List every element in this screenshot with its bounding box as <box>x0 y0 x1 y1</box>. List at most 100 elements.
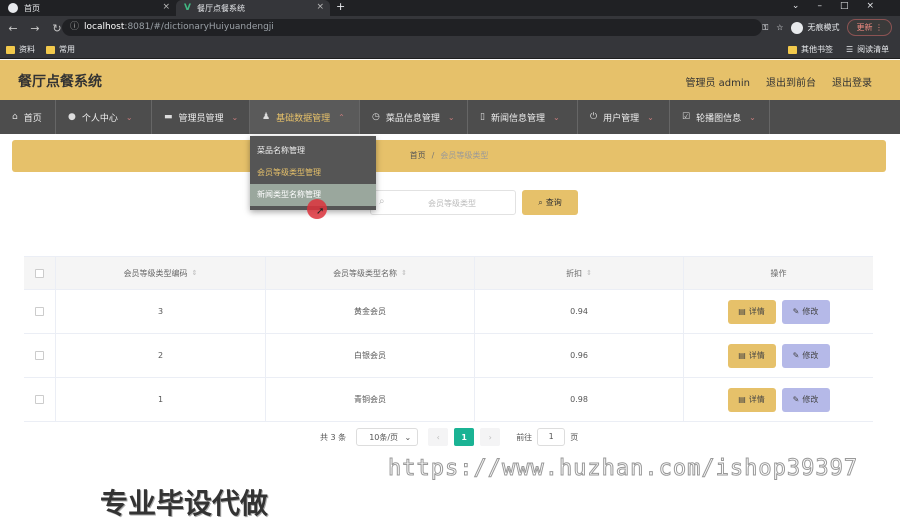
search-icon: ⌕ <box>538 197 543 207</box>
column-header[interactable]: 会员等级类型名称 ⇕ <box>266 257 475 289</box>
address-bar-actions: ⚿ ☆ 无痕模式 更新 ⋮ <box>762 19 892 36</box>
nav-label: 轮播图信息 <box>696 113 742 124</box>
nav-item-basic-data[interactable]: ♟ 基础数据管理 ⌃ <box>250 100 360 134</box>
home-icon: ⌂ <box>12 112 18 122</box>
app-title: 餐厅点餐系统 <box>18 74 102 90</box>
close-tab-icon[interactable]: × <box>162 2 170 12</box>
search-input[interactable] <box>393 195 511 211</box>
prev-page-button[interactable]: ‹ <box>428 428 449 446</box>
code-cell: 1 <box>56 378 266 421</box>
folder-icon <box>788 45 797 54</box>
chevron-down-icon: ⌄ <box>647 112 654 122</box>
edit-button[interactable]: ✎ 修改 <box>781 299 830 324</box>
update-button[interactable]: 更新 ⋮ <box>847 19 892 36</box>
incognito-indicator[interactable]: 无痕模式 <box>791 21 840 34</box>
go-frontend-link[interactable]: 退出到前台 <box>766 74 816 89</box>
site-info-icon[interactable]: ⓘ <box>70 19 79 36</box>
column-header[interactable]: 折扣 ⇕ <box>475 257 684 289</box>
query-label: 查询 <box>545 198 562 207</box>
globe-icon <box>8 3 18 13</box>
discount-cell: 0.98 <box>475 378 684 421</box>
dropdown-item-member-levels[interactable]: 会员等级类型管理 <box>250 162 376 184</box>
new-tab-button[interactable]: + <box>336 0 345 13</box>
logout-link[interactable]: 退出登录 <box>832 74 872 89</box>
row-checkbox[interactable] <box>35 395 44 404</box>
edit-button[interactable]: ✎ 修改 <box>781 387 830 412</box>
bookmark-label: 阅读清单 <box>857 45 890 54</box>
close-tab-icon[interactable]: × <box>316 2 324 12</box>
pencil-icon: ✎ <box>792 351 800 360</box>
table-header: 会员等级类型编码 ⇕ 会员等级类型名称 ⇕ 折扣 ⇕ 操作 <box>24 256 873 290</box>
browser-tab-active[interactable]: V 餐厅点餐系统 × <box>176 0 330 16</box>
vue-logo-icon: V <box>184 3 191 13</box>
browser-tab-bar: 首页 × V 餐厅点餐系统 × + ⌄–□× <box>0 0 900 16</box>
nav-item-users[interactable]: ⏻ 用户管理 ⌄ <box>578 100 670 134</box>
bookmark-folder[interactable]: 常用 <box>46 44 75 55</box>
row-select-cell <box>24 290 56 333</box>
chevron-down-icon: ⌄ <box>231 112 239 122</box>
reading-list-icon: ☰ <box>846 45 854 54</box>
page-suffix: 页 <box>570 432 579 442</box>
row-select-cell <box>24 378 56 421</box>
bookmark-folder[interactable]: 资料 <box>6 44 35 55</box>
detail-button[interactable]: ▤ 详情 <box>727 343 776 368</box>
page-size-select[interactable]: 10条/页 ⌄ <box>356 428 419 446</box>
mouse-pointer-icon: ➚ <box>316 206 325 217</box>
table-row: 3 黄金会员 0.94 ▤ 详情 ✎ 修改 <box>24 290 873 334</box>
nav-item-carousel[interactable]: ☑ 轮播图信息 ⌄ <box>670 100 770 134</box>
nav-item-home[interactable]: ⌂ 首页 <box>0 100 56 134</box>
browser-tab[interactable]: 首页 × <box>0 0 176 16</box>
actions-cell: ▤ 详情 ✎ 修改 <box>684 334 873 377</box>
forward-icon[interactable]: → <box>26 22 44 35</box>
window-controls[interactable]: ⌄–□× <box>792 1 892 11</box>
edit-button[interactable]: ✎ 修改 <box>781 343 830 368</box>
dropdown-item-dish-names[interactable]: 菜品名称管理 <box>250 140 376 162</box>
detail-button[interactable]: ▤ 详情 <box>727 299 776 324</box>
app-header: 餐厅点餐系统 管理员 admin 退出到前台 退出登录 <box>0 60 900 100</box>
chevron-up-icon: ⌃ <box>338 112 345 122</box>
page-number-active[interactable]: 1 <box>454 428 475 446</box>
key-icon[interactable]: ⚿ <box>762 23 768 33</box>
breadcrumb-home[interactable]: 首页 <box>410 151 426 160</box>
table-row: 2 白银会员 0.96 ▤ 详情 ✎ 修改 <box>24 334 873 378</box>
tab-title: 餐厅点餐系统 <box>196 3 245 13</box>
nav-item-admin[interactable]: ▬ 管理员管理 ⌄ <box>152 100 250 134</box>
sort-icon: ⇕ <box>401 269 407 277</box>
goto-page-input[interactable]: 1 <box>537 428 566 446</box>
clock-icon: ◷ <box>372 112 380 122</box>
chevron-down-icon: ⌄ <box>552 112 560 122</box>
person-icon: ♟ <box>262 112 271 122</box>
pencil-icon: ✎ <box>792 307 800 316</box>
detail-button[interactable]: ▤ 详情 <box>727 387 776 412</box>
bookmark-folder[interactable]: 其他书签 <box>788 44 833 55</box>
nav-item-personal[interactable]: ● 个人中心 ⌄ <box>56 100 152 134</box>
incognito-label: 无痕模式 <box>807 23 840 32</box>
nav-item-news[interactable]: ▯ 新闻信息管理 ⌄ <box>468 100 578 134</box>
bookmark-label: 其他书签 <box>801 45 833 54</box>
nav-item-dishes[interactable]: ◷ 菜品信息管理 ⌄ <box>360 100 468 134</box>
folder-icon <box>46 45 55 54</box>
discount-cell: 0.96 <box>475 334 684 377</box>
reading-list[interactable]: ☰ 阅读清单 <box>846 44 889 55</box>
row-checkbox[interactable] <box>35 351 44 360</box>
row-checkbox[interactable] <box>35 307 44 316</box>
back-icon[interactable]: ← <box>4 22 22 35</box>
nav-label: 用户管理 <box>603 113 640 124</box>
edit-label: 修改 <box>802 307 819 316</box>
url-field[interactable]: ⓘ localhost:8081/#/dictionaryHuiyuandeng… <box>62 19 762 36</box>
sort-icon: ⇕ <box>586 269 592 277</box>
document-icon: ▤ <box>738 395 746 404</box>
nav-label: 管理员管理 <box>178 113 224 124</box>
search-field[interactable]: ⌕ <box>370 190 516 215</box>
search-icon: ⌕ <box>379 196 385 207</box>
nav-label: 个人中心 <box>81 113 118 124</box>
detail-label: 详情 <box>748 351 765 360</box>
next-page-button[interactable]: › <box>480 428 501 446</box>
query-button[interactable]: ⌕ 查询 <box>522 190 578 215</box>
star-icon[interactable]: ☆ <box>776 23 783 32</box>
column-label: 操作 <box>770 268 787 278</box>
select-all-checkbox[interactable] <box>35 268 44 278</box>
pencil-icon: ✎ <box>792 395 800 404</box>
edit-label: 修改 <box>802 351 819 360</box>
column-header[interactable]: 会员等级类型编码 ⇕ <box>56 257 266 289</box>
